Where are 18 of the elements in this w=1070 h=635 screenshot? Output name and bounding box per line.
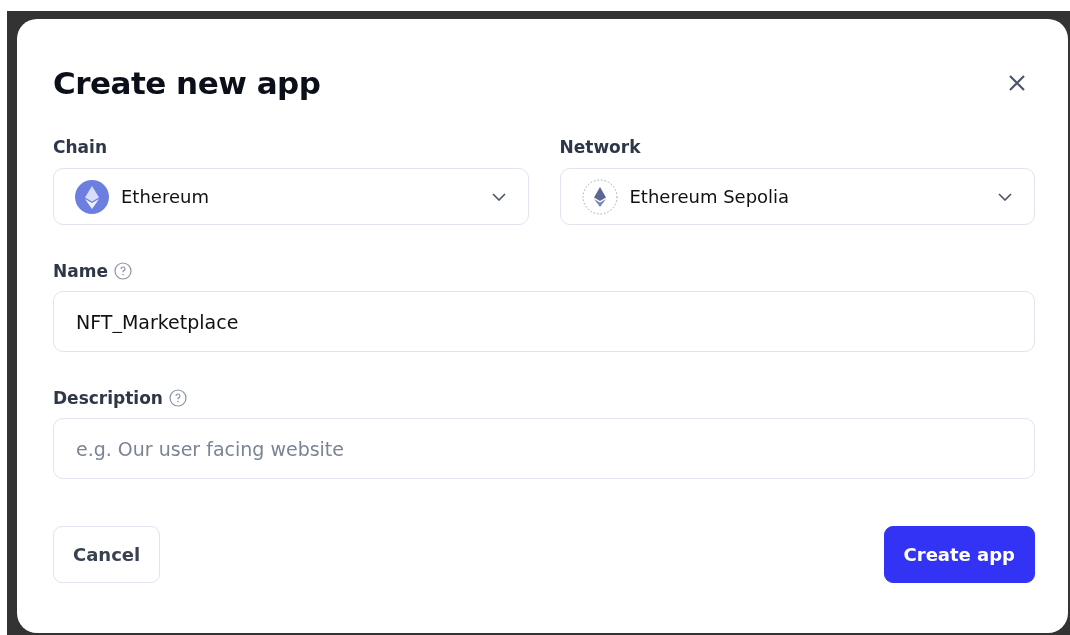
dialog-title: Create new app — [53, 65, 321, 101]
field-label: Chain — [53, 137, 108, 157]
cancel-button[interactable]: Cancel — [53, 526, 161, 583]
create-button[interactable]: Create app — [883, 526, 1035, 583]
chevron-down-icon — [491, 192, 506, 201]
field-label: Network — [559, 137, 642, 157]
help-icon[interactable] — [113, 262, 132, 280]
select-dropdown[interactable]: Ethereum Sepolia — [559, 168, 1035, 225]
ethereum-icon — [75, 179, 109, 214]
field-label: Name — [53, 261, 108, 281]
input-field[interactable]: e.g. Our user facing website — [53, 418, 1035, 479]
chevron-down-icon — [998, 192, 1012, 201]
input-field[interactable]: NFT_Marketplace — [53, 291, 1035, 352]
ethereum-icon — [581, 178, 618, 215]
help-icon[interactable] — [168, 389, 187, 407]
field-label: Description — [53, 388, 163, 408]
close-icon — [1008, 74, 1026, 92]
select-dropdown[interactable]: Ethereum — [53, 168, 529, 225]
